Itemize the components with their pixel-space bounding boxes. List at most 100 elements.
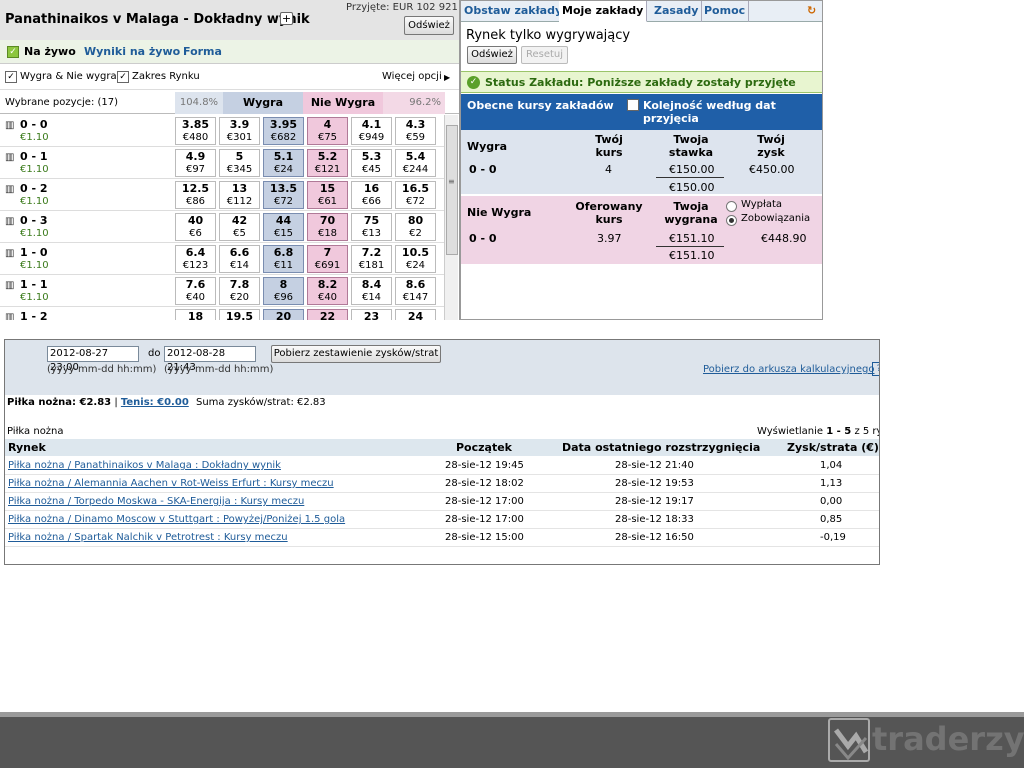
bets-reset-button[interactable]: Resetuj [521,46,568,64]
profit-loss-panel: 2012-08-27 23:00 (yyyy-mm-dd hh:mm) do 2… [4,339,880,565]
help-icon[interactable]: ? [872,362,879,376]
market-link[interactable]: Piłka nożna / Dinamo Moscow v Stuttgart … [8,514,345,525]
back-price-cell[interactable]: 5.1 €24 [263,149,304,177]
back-price-cell[interactable]: 40 €6 [175,213,216,241]
chart-icon[interactable]: ▥ [5,248,14,259]
lay-price-cell[interactable]: 4.1 €949 [351,117,392,145]
nav-live-scores[interactable]: Wyniki na żywo [84,45,180,58]
lay-price-cell[interactable]: 8.6 €147 [395,277,436,305]
tab-rules[interactable]: Zasady [651,1,703,22]
back-price-cell[interactable]: 18 [175,309,216,320]
runner-profit: €1.10 [20,292,49,303]
range-checkbox[interactable]: ✓ [117,71,129,83]
current-bets-label: Obecne kursy zakładów [467,99,614,112]
lay-price-cell[interactable]: 8.2 €40 [307,277,348,305]
runner-row: ▥ 0 - 2 €1.10 12.5 €86 13 €112 13.5 €72 15 €61 16 €6… [0,179,444,211]
lay-price-cell[interactable]: 23 [351,309,392,320]
expand-button[interactable]: + [280,12,293,25]
refresh-button[interactable]: Odśwież [404,16,454,35]
back-price-cell[interactable]: 6.6 €14 [219,245,260,273]
back-price-cell[interactable]: 7.6 €40 [175,277,216,305]
more-options-link[interactable]: Więcej opcji [382,71,442,82]
chart-icon[interactable]: ▥ [5,120,14,131]
lay-price-cell[interactable]: 7.2 €181 [351,245,392,273]
lay-price-cell[interactable]: 15 €61 [307,181,348,209]
lay-price-cell[interactable]: 22 [307,309,348,320]
back-price-cell[interactable]: 20 [263,309,304,320]
lay-price-cell[interactable]: 24 [395,309,436,320]
market-link[interactable]: Piłka nożna / Alemannia Aachen v Rot-Wei… [8,478,334,489]
nav-form[interactable]: Forma [183,45,222,58]
liability-radio[interactable] [726,215,737,226]
get-pl-report-button[interactable]: Pobierz zestawienie zysków/strat [271,345,441,363]
tab-my-bets[interactable]: Moje zakłady [559,1,648,22]
price-amount: €123 [182,260,209,271]
profit-loss: 1,13 [820,478,843,489]
lay-price-cell[interactable]: 8.4 €14 [351,277,392,305]
back-price-cell[interactable]: 19.5 [219,309,260,320]
back-price-cell[interactable]: 44 €15 [263,213,304,241]
back-price-cell[interactable]: 13 €112 [219,181,260,209]
payout-radio[interactable] [726,201,737,212]
back-price-cell[interactable]: 13.5 €72 [263,181,304,209]
back-price-cell[interactable]: 6.4 €123 [175,245,216,273]
date-to-input[interactable]: 2012-08-28 21:43 [164,346,256,373]
chart-icon[interactable]: ▥ [5,152,14,163]
lay-price-cell[interactable]: 5.2 €121 [307,149,348,177]
winlose-checkbox[interactable]: ✓ [5,71,17,83]
lay-price-cell[interactable]: 7 €691 [307,245,348,273]
price-amount: €301 [226,132,253,143]
lay-bet-liability: €448.90 [761,232,807,245]
scrollbar-grip-icon: ≡ [448,177,455,186]
back-price-cell[interactable]: 3.9 €301 [219,117,260,145]
back-price-cell[interactable]: 6.8 €11 [263,245,304,273]
sport-section-label: Piłka nożna [7,426,64,437]
back-price-cell[interactable]: 12.5 €86 [175,181,216,209]
runner-scrollbar[interactable]: ≡ [444,115,458,320]
lay-price-cell[interactable]: 10.5 €24 [395,245,436,273]
market-link[interactable]: Piłka nożna / Spartak Nalchik v Petrotre… [8,532,288,543]
spreadsheet-download-link[interactable]: Pobierz do arkusza kalkulacyjnego [703,364,874,375]
tennis-total-link[interactable]: Tenis: €0.00 [121,397,189,408]
chart-icon[interactable]: ▥ [5,312,14,320]
price-amount: €86 [185,196,206,207]
back-price-cell[interactable]: 3.95 €682 [263,117,304,145]
chart-icon[interactable]: ▥ [5,184,14,195]
lay-price-cell[interactable]: 70 €18 [307,213,348,241]
price-amount: €24 [273,164,294,175]
lay-price-cell[interactable]: 75 €13 [351,213,392,241]
price-odds: 23 [363,310,380,320]
selections-count: Wybrane pozycje: (17) [5,97,119,108]
market-link[interactable]: Piłka nożna / Torpedo Moskwa - SKA-Energ… [8,496,304,507]
price-odds: 44 [275,214,292,227]
order-by-date-checkbox[interactable] [627,99,639,111]
back-price-cell[interactable]: 7.8 €20 [219,277,260,305]
lay-price-cell[interactable]: 4 €75 [307,117,348,145]
lay-price-cell[interactable]: 5.3 €45 [351,149,392,177]
date-filter-bar: 2012-08-27 23:00 (yyyy-mm-dd hh:mm) do 2… [5,340,879,395]
back-price-cell[interactable]: 3.85 €480 [175,117,216,145]
back-price-cell[interactable]: 8 €96 [263,277,304,305]
scrollbar-thumb[interactable] [446,125,458,255]
chart-icon[interactable]: ▥ [5,216,14,227]
price-odds: 4.9 [185,150,206,163]
bets-refresh-button[interactable]: Odśwież [467,46,517,64]
lay-price-cell[interactable]: 80 €2 [395,213,436,241]
chart-icon[interactable]: ▥ [5,280,14,291]
tabs-scroll-icon[interactable]: ↻ [804,1,819,22]
tab-place-bets[interactable]: Obstaw zakłady [461,1,567,22]
back-price-cell[interactable]: 5 €345 [219,149,260,177]
tab-help[interactable]: Pomoc [701,1,750,22]
more-options-arrow-icon[interactable]: ▶ [444,73,450,82]
lay-price-cell[interactable]: 5.4 €244 [395,149,436,177]
market-link[interactable]: Piłka nożna / Panathinaikos v Malaga : D… [8,460,281,471]
price-amount: €40 [185,292,206,303]
lay-price-cell[interactable]: 16.5 €72 [395,181,436,209]
liability-label: Zobowiązania [741,213,811,224]
nav-live[interactable]: Na żywo [24,45,76,58]
back-price-cell[interactable]: 42 €5 [219,213,260,241]
back-price-cell[interactable]: 4.9 €97 [175,149,216,177]
date-from-input[interactable]: 2012-08-27 23:00 [47,346,139,373]
lay-price-cell[interactable]: 16 €66 [351,181,392,209]
lay-price-cell[interactable]: 4.3 €59 [395,117,436,145]
